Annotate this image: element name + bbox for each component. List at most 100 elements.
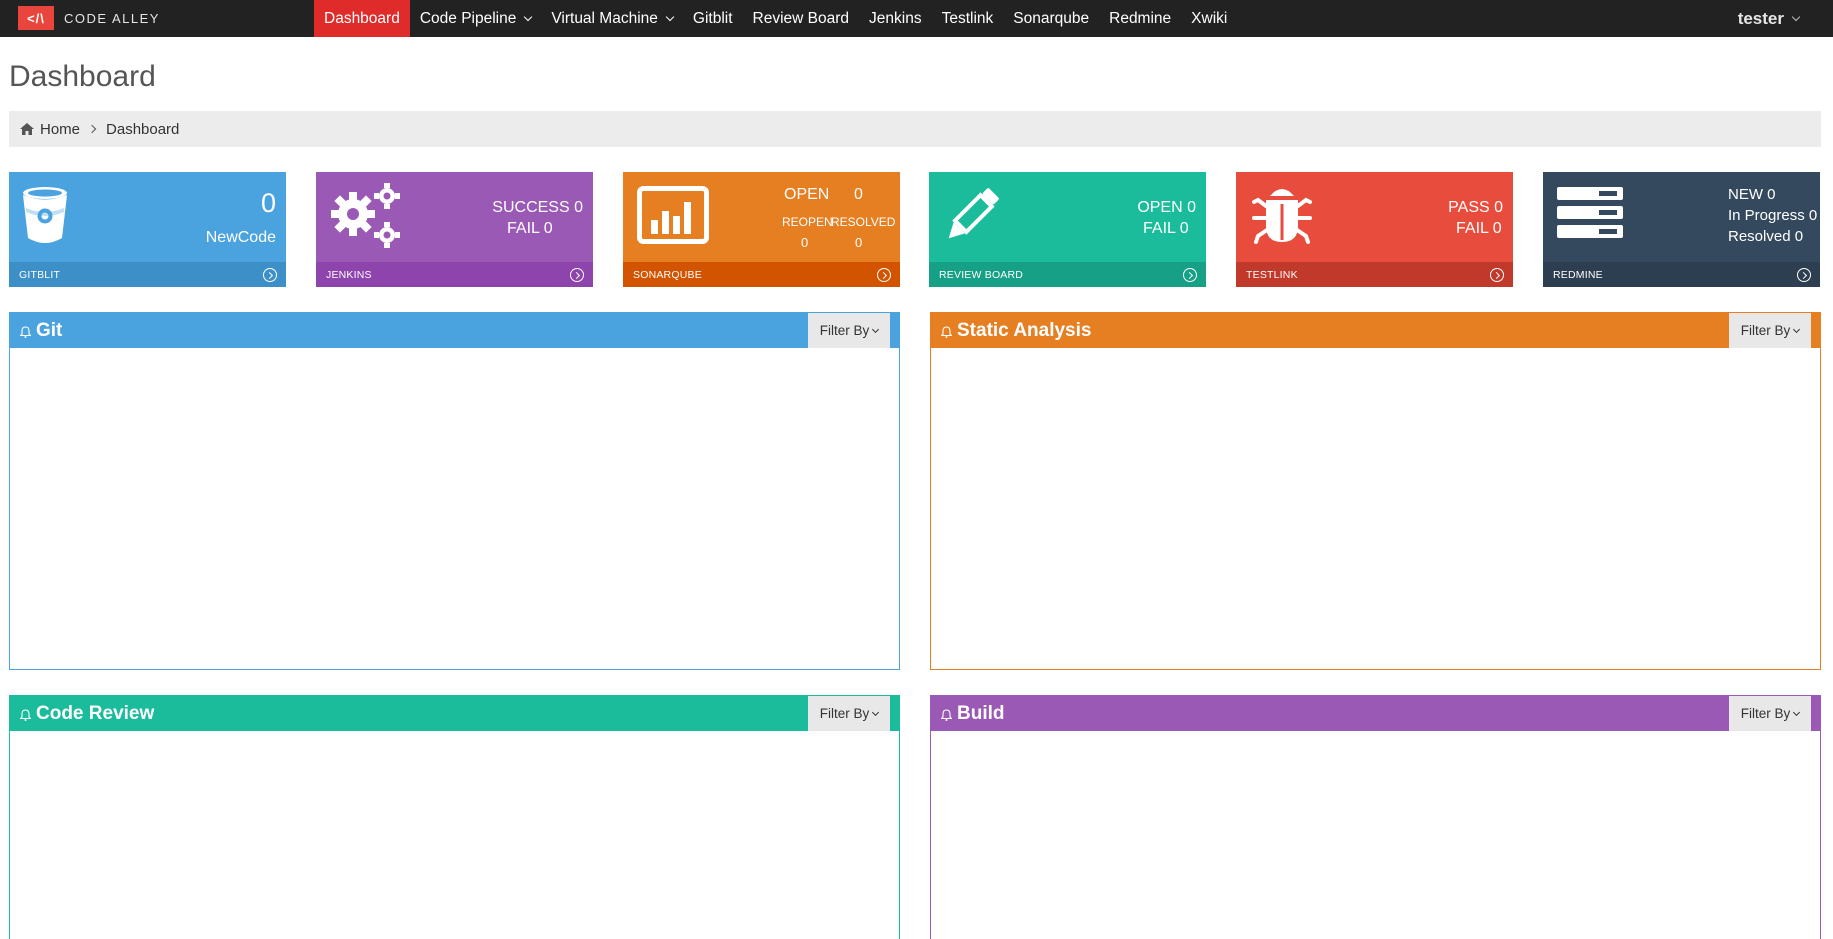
nav-item-label: Jenkins [869,9,922,27]
tile-gitblit[interactable]: 0 NewCode GITBLIT [9,172,286,287]
arrow-circle-right-icon [263,268,277,282]
tile-testlink[interactable]: PASS 0 FAIL 0 TESTLINK [1236,172,1513,287]
nav-item-xwiki[interactable]: Xwiki [1181,0,1237,37]
tile-redmine[interactable]: NEW 0 In Progress 0 Resolved 0 REDMINE [1543,172,1820,287]
filter-label: Filter By [819,323,870,338]
panel-header: Build Filter By [931,696,1820,731]
user-name: tester [1737,8,1784,28]
server-icon [1557,187,1623,238]
panel-git: Git Filter By [9,312,900,670]
pencil-icon [948,188,999,239]
user-menu[interactable]: tester [1737,0,1801,37]
nav-item-label: Virtual Machine [551,9,658,27]
tile-footer: JENKINS [316,262,593,287]
tile-body: PASS 0 FAIL 0 [1236,172,1513,262]
arrow-circle-right-icon [570,268,584,282]
bell-icon [941,325,952,338]
nav-item-review-board[interactable]: Review Board [743,0,860,37]
brand-name: CODE ALLEY [64,10,160,26]
panel-title: Git [36,319,63,341]
filter-by-button[interactable]: Filter By [808,313,890,348]
home-icon [20,123,34,135]
tile-body: SUCCESS 0 FAIL 0 [316,172,593,262]
sonarqube-resolved-value: 0 [855,235,863,250]
bug-icon [1252,189,1312,244]
arrow-circle-right-icon [1183,268,1197,282]
filter-label: Filter By [1740,323,1791,338]
tile-footer: SONARQUBE [623,262,900,287]
chevron-down-icon [1793,325,1801,333]
chevron-down-icon [872,708,880,716]
tile-footer: REDMINE [1543,262,1820,287]
code-alley-logo: </\ [18,6,54,30]
jenkins-fail: FAIL 0 [507,220,553,237]
sonarqube-open-label: OPEN [784,186,830,203]
nav-item-label: Xwiki [1191,9,1228,27]
panel-code-review: Code Review Filter By [9,695,900,939]
bar-chart-icon [637,186,709,244]
nav-item-label: Code Pipeline [419,9,517,27]
gears-icon [331,183,400,248]
panel-static-analysis: Static Analysis Filter By [930,312,1821,670]
tile-label: REVIEW BOARD [939,268,1024,281]
review-board-open: OPEN 0 [1137,199,1196,216]
nav-item-label: Gitblit [692,9,733,27]
chevron-down-icon [1791,12,1801,21]
tile-label: REDMINE [1553,268,1603,281]
nav-item-jenkins[interactable]: Jenkins [859,0,932,37]
sonarqube-reopen-label: REOPEN [782,215,833,229]
nav-item-dashboard[interactable]: Dashboard [314,0,410,37]
tile-label: SONARQUBE [633,268,702,281]
tile-label: JENKINS [326,268,372,281]
review-board-fail: FAIL 0 [1143,220,1189,237]
breadcrumb-current: Dashboard [106,120,180,138]
nav-item-testlink[interactable]: Testlink [932,0,1004,37]
chevron-down-icon [524,12,533,21]
panel-header: Code Review Filter By [10,696,899,731]
breadcrumb-home[interactable]: Home [40,121,80,138]
tile-footer: GITBLIT [9,262,286,287]
nav-item-redmine[interactable]: Redmine [1099,0,1181,37]
tile-review-board[interactable]: OPEN 0 FAIL 0 REVIEW BOARD [929,172,1206,287]
nav-item-gitblit[interactable]: Gitblit [683,0,743,37]
sonarqube-open-value: 0 [854,186,863,203]
panel-build: Build Filter By [930,695,1821,939]
sonarqube-resolved-label: RESOLVED [831,215,896,229]
nav-item-virtual-machine[interactable]: Virtual Machine [541,0,683,37]
bucket-icon [23,187,67,243]
nav-item-sonarqube[interactable]: Sonarqube [1003,0,1099,37]
filter-by-button[interactable]: Filter By [808,696,890,731]
panel-title: Build [957,702,1005,724]
chevron-right-icon [87,124,97,134]
redmine-resolved: Resolved 0 [1728,228,1804,245]
panel-title: Static Analysis [957,319,1092,341]
bell-icon [20,325,31,338]
nav-item-label: Redmine [1109,9,1172,27]
top-navbar: </\ CODE ALLEY Dashboard Code Pipeline V… [0,0,1833,37]
filter-label: Filter By [819,706,870,721]
redmine-in-progress: In Progress 0 [1728,207,1818,224]
panel-header: Git Filter By [10,313,899,348]
arrow-circle-right-icon [877,268,891,282]
sonarqube-reopen-value: 0 [801,235,809,250]
brand[interactable]: </\ CODE ALLEY [18,6,160,30]
tile-sonarqube[interactable]: OPEN 0 REOPEN RESOLVED 0 0 SONARQUBE [623,172,900,287]
filter-by-button[interactable]: Filter By [1729,313,1811,348]
tile-body: OPEN 0 FAIL 0 [929,172,1206,262]
page-title: Dashboard [9,60,156,93]
panel-header: Static Analysis Filter By [931,313,1820,348]
redmine-new: NEW 0 [1728,186,1776,203]
testlink-pass: PASS 0 [1448,199,1503,216]
nav-item-label: Testlink [941,9,994,27]
nav-item-code-pipeline[interactable]: Code Pipeline [410,0,542,37]
tile-jenkins[interactable]: SUCCESS 0 FAIL 0 JENKINS [316,172,593,287]
tile-body: NEW 0 In Progress 0 Resolved 0 [1543,172,1820,262]
breadcrumb: Home Dashboard [9,111,1821,147]
filter-by-button[interactable]: Filter By [1729,696,1811,731]
jenkins-success: SUCCESS 0 [492,199,583,216]
chevron-down-icon [665,12,675,21]
chevron-down-icon [1793,708,1801,716]
bell-icon [941,708,952,721]
tile-label: GITBLIT [19,268,61,281]
gitblit-count: 0 [260,188,276,218]
